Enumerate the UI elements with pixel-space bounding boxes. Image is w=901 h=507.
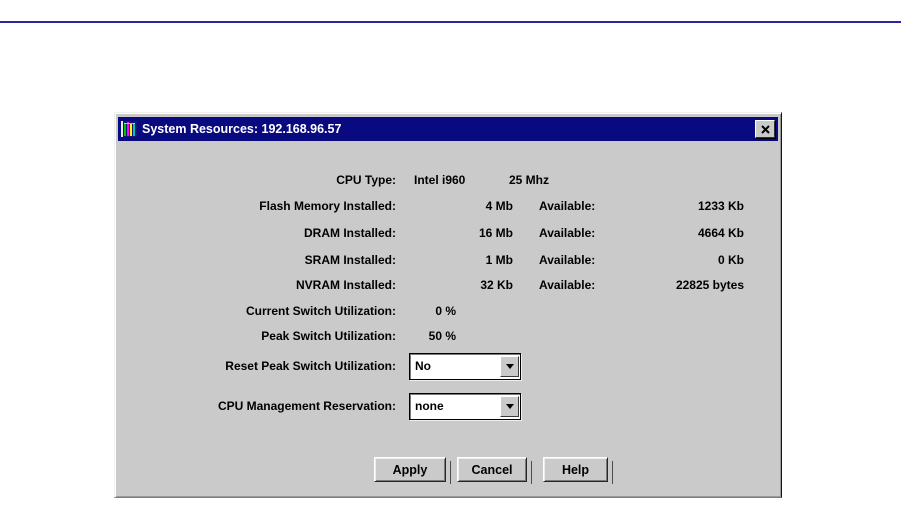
cpu-type-row: CPU Type: Intel i960 25 Mhz <box>115 172 549 188</box>
action-button-row: Apply Cancel Help <box>374 457 608 482</box>
cpu-speed-value: 25 Mhz <box>509 173 549 187</box>
close-button[interactable] <box>755 120 775 138</box>
flash-memory-row: Flash Memory Installed: 4 Mb Available: … <box>115 198 744 214</box>
cpu-management-reservation-selected-value: none <box>415 399 500 413</box>
cpu-type-value: Intel i960 <box>414 173 490 187</box>
nvram-installed-label: NVRAM Installed: <box>115 278 396 292</box>
nvram-available-label: Available: <box>539 278 629 292</box>
sram-installed-value: 1 Mb <box>396 253 513 267</box>
cpu-management-reservation-select[interactable]: none <box>409 393 521 420</box>
flash-installed-value: 4 Mb <box>396 199 513 213</box>
peak-utilization-label: Peak Switch Utilization: <box>115 329 396 343</box>
cpu-management-reservation-label: CPU Management Reservation: <box>115 399 396 413</box>
sram-memory-row: SRAM Installed: 1 Mb Available: 0 Kb <box>115 252 744 268</box>
nvram-memory-row: NVRAM Installed: 32 Kb Available: 22825 … <box>115 277 744 293</box>
reset-peak-utilization-selected-value: No <box>415 359 500 373</box>
apply-button[interactable]: Apply <box>374 457 446 482</box>
dram-installed-label: DRAM Installed: <box>115 226 396 240</box>
nvram-installed-value: 32 Kb <box>396 278 513 292</box>
sram-available-label: Available: <box>539 253 629 267</box>
cancel-button[interactable]: Cancel <box>457 457 527 482</box>
flash-installed-label: Flash Memory Installed: <box>115 199 396 213</box>
app-icon <box>121 121 137 137</box>
peak-utilization-value: 50 % <box>396 329 456 343</box>
current-utilization-label: Current Switch Utilization: <box>115 304 396 318</box>
dram-available-label: Available: <box>539 226 629 240</box>
sram-available-value: 0 Kb <box>629 253 744 267</box>
close-icon <box>761 125 770 134</box>
window-title: System Resources: 192.168.96.57 <box>142 122 341 136</box>
system-resources-window: System Resources: 192.168.96.57 CPU Type… <box>114 112 782 498</box>
peak-utilization-row: Peak Switch Utilization: 50 % <box>115 328 456 344</box>
sram-installed-label: SRAM Installed: <box>115 253 396 267</box>
chevron-down-icon <box>506 364 514 369</box>
title-bar[interactable]: System Resources: 192.168.96.57 <box>118 117 778 141</box>
nvram-available-value: 22825 bytes <box>629 278 744 292</box>
flash-available-value: 1233 Kb <box>629 199 744 213</box>
top-divider <box>0 21 901 23</box>
help-button[interactable]: Help <box>543 457 608 482</box>
dram-installed-value: 16 Mb <box>396 226 513 240</box>
dram-memory-row: DRAM Installed: 16 Mb Available: 4664 Kb <box>115 225 744 241</box>
flash-available-label: Available: <box>539 199 629 213</box>
reset-peak-utilization-dropdown-button[interactable] <box>500 356 519 377</box>
cpu-type-label: CPU Type: <box>115 173 396 187</box>
current-utilization-value: 0 % <box>396 304 456 318</box>
dram-available-value: 4664 Kb <box>629 226 744 240</box>
reset-peak-utilization-row: Reset Peak Switch Utilization: No <box>115 352 521 380</box>
cpu-management-reservation-dropdown-button[interactable] <box>500 396 519 417</box>
cpu-management-reservation-row: CPU Management Reservation: none <box>115 392 521 420</box>
chevron-down-icon <box>506 404 514 409</box>
current-utilization-row: Current Switch Utilization: 0 % <box>115 303 456 319</box>
reset-peak-utilization-select[interactable]: No <box>409 353 521 380</box>
reset-peak-utilization-label: Reset Peak Switch Utilization: <box>115 359 396 373</box>
